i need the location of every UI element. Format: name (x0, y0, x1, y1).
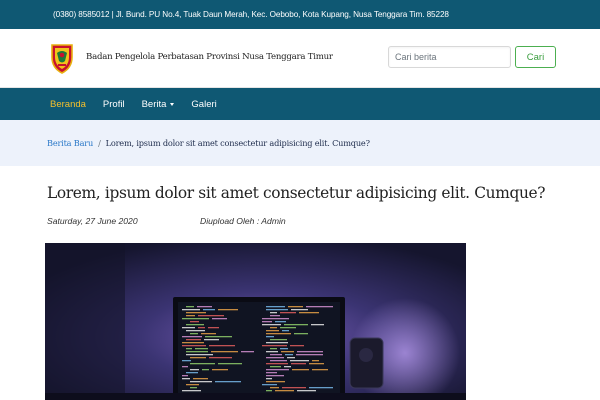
site-header: Badan Pengelola Perbatasan Provinsi Nusa… (0, 29, 600, 88)
search-button[interactable]: Cari (515, 46, 556, 68)
desk-monitor-code-photo-icon (45, 243, 466, 400)
search-input[interactable] (388, 46, 511, 68)
nav-item-label: Galeri (191, 98, 217, 110)
nav-item-label: Beranda (50, 98, 86, 110)
top-info-bar: (0380) 8585012 | Jl. Bund. PU No.4, Tuak… (0, 0, 600, 29)
emblem-icon[interactable] (50, 43, 74, 74)
chevron-down-icon (170, 102, 175, 106)
article-image (45, 243, 466, 400)
organization-name: Badan Pengelola Perbatasan Provinsi Nusa… (86, 52, 333, 62)
nav-item-label: Berita (141, 98, 167, 110)
nav-item-label: Profil (102, 98, 125, 110)
nav-item-berita[interactable]: Berita (142, 99, 175, 110)
breadcrumb-current: Lorem, ipsum dolor sit amet consectetur … (105, 138, 370, 148)
nav-item-beranda[interactable]: Beranda (50, 99, 86, 110)
contact-address: (0380) 8585012 | Jl. Bund. PU No.4, Tuak… (53, 10, 449, 19)
article-author: Diupload Oleh : Admin (200, 216, 286, 226)
nav-item-profil[interactable]: Profil (103, 99, 125, 110)
article-date: Saturday, 27 June 2020 (47, 216, 138, 226)
article-title: Lorem, ipsum dolor sit amet consectetur … (47, 184, 546, 202)
breadcrumb-separator: / (98, 138, 101, 148)
breadcrumb: Berita Baru / Lorem, ipsum dolor sit ame… (0, 120, 600, 166)
main-navigation: Beranda Profil Berita Galeri (0, 88, 600, 120)
breadcrumb-link[interactable]: Berita Baru (47, 138, 93, 148)
nav-item-galeri[interactable]: Galeri (191, 99, 216, 110)
